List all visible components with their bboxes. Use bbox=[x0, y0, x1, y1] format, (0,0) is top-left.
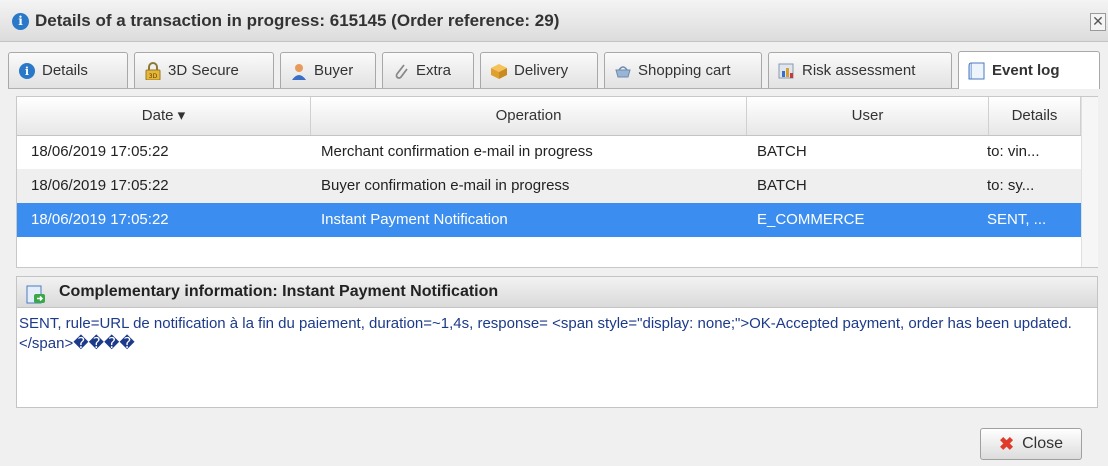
cell-details: SENT, ... bbox=[987, 211, 1047, 228]
tab-bar: i Details 3D 3D Secure Buyer Extra Deliv… bbox=[8, 42, 1100, 89]
tab-risk-assessment[interactable]: Risk assessment bbox=[768, 52, 952, 88]
column-header-details[interactable]: Details bbox=[989, 97, 1081, 135]
column-header-user[interactable]: User bbox=[747, 97, 989, 135]
cell-operation: Merchant confirmation e-mail in progress bbox=[321, 143, 593, 160]
window-titlebar: i Details of a transaction in progress: … bbox=[0, 0, 1108, 42]
delivery-box-icon bbox=[490, 62, 508, 80]
document-arrow-icon bbox=[25, 283, 45, 304]
tab-details[interactable]: i Details bbox=[8, 52, 128, 88]
risk-chart-icon bbox=[778, 62, 796, 80]
close-button[interactable]: ✖ Close bbox=[980, 428, 1082, 460]
tab-label: Risk assessment bbox=[802, 62, 916, 79]
svg-text:i: i bbox=[25, 65, 29, 78]
tab-buyer[interactable]: Buyer bbox=[280, 52, 376, 88]
complementary-info-text: SENT, rule=URL de notification à la fin … bbox=[19, 315, 1072, 352]
tab-label: Delivery bbox=[514, 62, 569, 79]
grid-vertical-scrollbar[interactable] bbox=[1081, 97, 1098, 267]
cell-date: 18/06/2019 17:05:22 bbox=[31, 177, 169, 194]
tab-event-log[interactable]: Event log bbox=[958, 51, 1100, 89]
paperclip-icon bbox=[392, 62, 410, 80]
complementary-info-title: Complementary information: Instant Payme… bbox=[59, 283, 499, 300]
cell-details: to: vin... bbox=[987, 143, 1040, 160]
table-row-selected[interactable]: 18/06/2019 17:05:22 Instant Payment Noti… bbox=[17, 203, 1081, 237]
column-header-operation[interactable]: Operation bbox=[311, 97, 747, 135]
grid-header: Date ▾ Operation User Details bbox=[17, 97, 1081, 136]
tab-delivery[interactable]: Delivery bbox=[480, 52, 598, 88]
cell-operation: Instant Payment Notification bbox=[321, 211, 508, 228]
buyer-person-icon bbox=[290, 62, 308, 80]
shopping-cart-icon bbox=[614, 62, 632, 80]
window-close-button[interactable]: ✕ bbox=[1090, 13, 1106, 31]
tab-label: 3D Secure bbox=[168, 62, 239, 79]
table-row[interactable]: 18/06/2019 17:05:22 Buyer confirmation e… bbox=[17, 169, 1081, 203]
cell-date: 18/06/2019 17:05:22 bbox=[31, 211, 169, 228]
cell-date: 18/06/2019 17:05:22 bbox=[31, 143, 169, 160]
svg-text:3D: 3D bbox=[149, 73, 158, 80]
table-row[interactable]: 18/06/2019 17:05:22 Merchant confirmatio… bbox=[17, 135, 1081, 169]
cell-user: BATCH bbox=[757, 177, 807, 194]
tab-label: Details bbox=[42, 62, 88, 79]
cell-operation: Buyer confirmation e-mail in progress bbox=[321, 177, 570, 194]
info-icon: i bbox=[12, 13, 29, 30]
complementary-info-body: SENT, rule=URL de notification à la fin … bbox=[16, 308, 1098, 408]
dialog-footer: ✖ Close bbox=[0, 416, 1108, 466]
close-x-icon: ✖ bbox=[999, 434, 1015, 454]
tab-label: Shopping cart bbox=[638, 62, 731, 79]
event-log-grid: Date ▾ Operation User Details 18/06/2019… bbox=[16, 96, 1098, 268]
tab-label: Event log bbox=[992, 62, 1060, 79]
tab-label: Buyer bbox=[314, 62, 354, 79]
event-log-document-icon bbox=[968, 62, 986, 80]
tab-extra[interactable]: Extra bbox=[382, 52, 474, 88]
tab-3d-secure[interactable]: 3D 3D Secure bbox=[134, 52, 274, 88]
close-button-label: Close bbox=[1022, 435, 1063, 452]
complementary-info-header: Complementary information: Instant Payme… bbox=[16, 276, 1098, 308]
tab-label: Extra bbox=[416, 62, 452, 79]
window-title: Details of a transaction in progress: 61… bbox=[35, 11, 560, 30]
tab-shopping-cart[interactable]: Shopping cart bbox=[604, 52, 762, 88]
cell-user: BATCH bbox=[757, 143, 807, 160]
3d-secure-lock-icon: 3D bbox=[144, 61, 162, 80]
cell-user: E_COMMERCE bbox=[757, 211, 865, 228]
cell-details: to: sy... bbox=[987, 177, 1035, 194]
info-icon: i bbox=[18, 62, 36, 80]
column-header-date[interactable]: Date ▾ bbox=[17, 97, 311, 135]
